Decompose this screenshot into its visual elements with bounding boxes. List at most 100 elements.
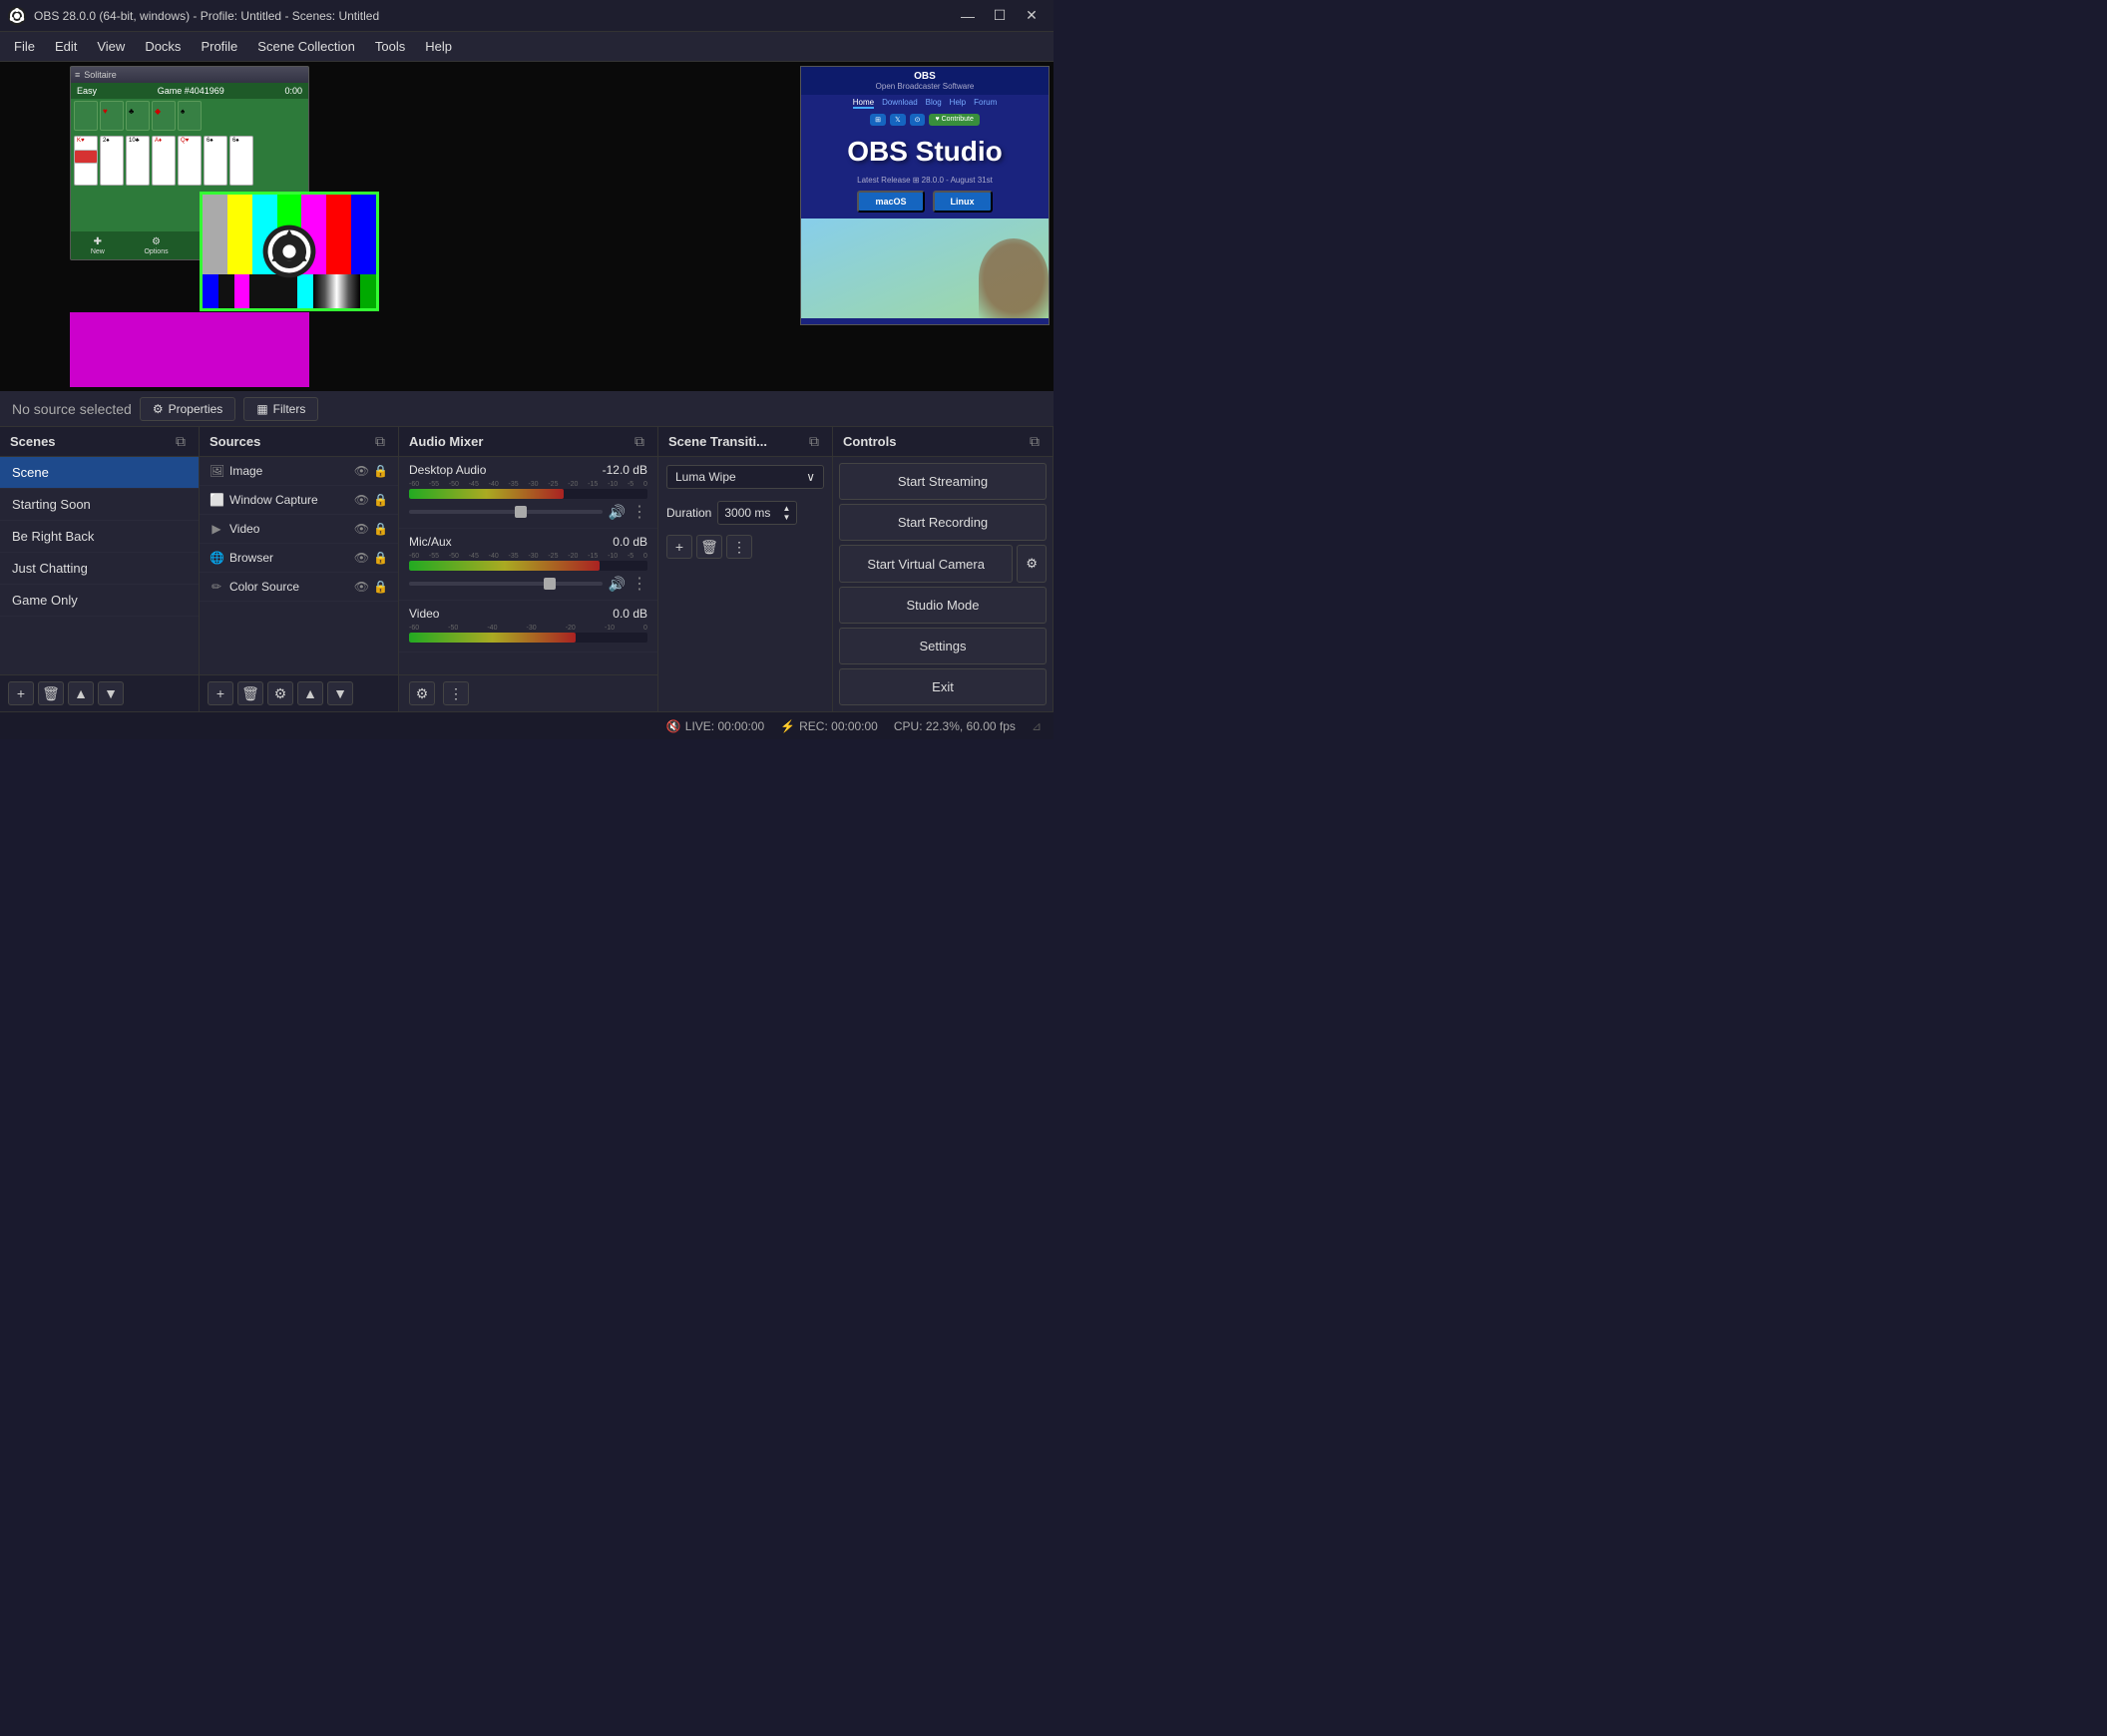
sol-btn-new[interactable]: ✚ New [91,236,105,255]
sources-add-button[interactable]: + [208,681,233,705]
menu-profile[interactable]: Profile [191,35,247,58]
solitaire-time: 0:00 [284,86,302,96]
download-linux-button[interactable]: Linux [933,191,993,213]
audio-mixer-expand-button[interactable]: ⧉ [632,433,647,450]
scenes-expand-button[interactable]: ⧉ [173,433,189,450]
solitaire-top-row: ♥ ♣ ◆ ♠ [71,99,308,134]
eye-icon-color[interactable]: 👁 [354,580,369,594]
social-windows-btn[interactable]: ⊞ [870,114,886,126]
close-button[interactable]: ✕ [1018,4,1046,28]
mic-aux-scale: -60-55-50-45-40-35-30-25-20-15-10-50 [409,553,647,560]
source-item-image[interactable]: 🖼 Image 👁 🔒 [200,457,398,486]
eye-icon-browser[interactable]: 👁 [354,551,369,565]
desktop-audio-mute-button[interactable]: 🔊 [609,504,626,521]
minimize-button[interactable]: — [954,4,982,28]
eye-icon-window[interactable]: 👁 [354,493,369,507]
mic-aux-fader-knob[interactable] [544,578,556,590]
scene-item-be-right-back[interactable]: Be Right Back [0,521,199,553]
video-audio-track: Video 0.0 dB -60-50-40-30-20-100 [399,601,657,652]
desktop-audio-scale: -60-55-50-45-40-35-30-25-20-15-10-50 [409,481,647,488]
menu-file[interactable]: File [4,35,45,58]
virtual-camera-settings-button[interactable]: ⚙ [1017,545,1047,583]
audio-settings-button[interactable]: ⚙ [409,681,435,705]
sources-expand-button[interactable]: ⧉ [372,433,388,450]
scenes-move-down-button[interactable]: ▼ [98,681,124,705]
no-source-label: No source selected [12,401,132,417]
social-twitter-btn[interactable]: 𝕏 [890,114,906,126]
download-mac-button[interactable]: macOS [857,191,924,213]
sol-btn-options[interactable]: ⚙ Options [144,236,168,255]
mic-aux-mute-button[interactable]: 🔊 [609,576,626,593]
transitions-remove-button[interactable]: 🗑 [696,535,722,559]
start-recording-button[interactable]: Start Recording [839,504,1047,541]
obs-web-link-home[interactable]: Home [853,98,874,109]
scene-item-scene[interactable]: Scene [0,457,199,489]
sources-settings-button[interactable]: ⚙ [267,681,293,705]
source-item-video[interactable]: ▶ Video 👁 🔒 [200,515,398,544]
menu-tools[interactable]: Tools [365,35,415,58]
duration-up-button[interactable]: ▲ [782,504,790,513]
scene-item-starting-soon[interactable]: Starting Soon [0,489,199,521]
audio-menu-button[interactable]: ⋮ [443,681,469,705]
source-item-color[interactable]: ✏ Color Source 👁 🔒 [200,573,398,602]
scenes-add-button[interactable]: + [8,681,34,705]
duration-down-button[interactable]: ▼ [782,513,790,522]
sources-move-up-button[interactable]: ▲ [297,681,323,705]
lock-icon-image[interactable]: 🔒 [373,464,388,478]
desktop-audio-menu-button[interactable]: ⋮ [632,502,647,522]
menu-view[interactable]: View [87,35,135,58]
obs-web-link-help[interactable]: Help [950,98,966,109]
filters-button[interactable]: ▦ Filters [243,397,318,421]
scene-item-game-only[interactable]: Game Only [0,585,199,617]
sources-remove-button[interactable]: 🗑 [237,681,263,705]
transitions-menu-button[interactable]: ⋮ [726,535,752,559]
source-item-browser[interactable]: 🌐 Browser 👁 🔒 [200,544,398,573]
colorbar-red [326,195,351,274]
obs-web-link-forum[interactable]: Forum [974,98,997,109]
scenes-remove-button[interactable]: 🗑 [38,681,64,705]
sources-move-down-button[interactable]: ▼ [327,681,353,705]
lock-icon-video[interactable]: 🔒 [373,522,388,536]
resize-handle[interactable]: ⊿ [1032,719,1042,733]
rec-label: REC: 00:00:00 [799,719,878,733]
source-item-image-left: 🖼 Image [210,464,262,478]
menu-help[interactable]: Help [415,35,462,58]
obs-web-link-blog[interactable]: Blog [926,98,942,109]
mic-aux-fader[interactable] [409,582,603,586]
exit-button[interactable]: Exit [839,668,1047,705]
scenes-move-up-button[interactable]: ▲ [68,681,94,705]
audio-tracks-container: Desktop Audio -12.0 dB -60-55-50-45-40-3… [399,457,657,674]
studio-mode-button[interactable]: Studio Mode [839,587,1047,624]
source-item-window-capture[interactable]: ⬜ Window Capture 👁 🔒 [200,486,398,515]
mic-aux-menu-button[interactable]: ⋮ [632,574,647,594]
properties-button[interactable]: ⚙ Properties [140,397,235,421]
duration-input[interactable]: 3000 ms ▲ ▼ [717,501,797,525]
solitaire-game-label: Game #4041969 [158,86,224,96]
desktop-audio-bar [409,489,564,499]
settings-button[interactable]: Settings [839,628,1047,664]
desktop-audio-fader[interactable] [409,510,603,514]
obs-web-subtitle: Open Broadcaster Software [809,82,1041,91]
obs-web-link-download[interactable]: Download [882,98,918,109]
lock-icon-window[interactable]: 🔒 [373,493,388,507]
menu-scene-collection[interactable]: Scene Collection [247,35,365,58]
desktop-audio-fader-knob[interactable] [515,506,527,518]
scene-item-just-chatting[interactable]: Just Chatting [0,553,199,585]
contribute-btn[interactable]: ♥ Contribute [929,114,979,126]
lock-icon-color[interactable]: 🔒 [373,580,388,594]
preview-area: ≡ Solitaire Easy Game #4041969 0:00 ♥ ♣ … [0,62,1054,391]
menu-docks[interactable]: Docks [135,35,191,58]
controls-expand-button[interactable]: ⧉ [1027,433,1043,450]
lock-icon-browser[interactable]: 🔒 [373,551,388,565]
transition-select[interactable]: Luma Wipe ∨ [666,465,824,489]
transitions-expand-button[interactable]: ⧉ [806,433,822,450]
start-streaming-button[interactable]: Start Streaming [839,463,1047,500]
transitions-add-button[interactable]: + [666,535,692,559]
maximize-button[interactable]: ☐ [986,4,1014,28]
eye-icon-image[interactable]: 👁 [354,464,369,478]
video-audio-label: Video [409,607,439,621]
eye-icon-video[interactable]: 👁 [354,522,369,536]
social-github-btn[interactable]: ⊙ [910,114,926,126]
menu-edit[interactable]: Edit [45,35,87,58]
start-virtual-camera-button[interactable]: Start Virtual Camera [839,545,1013,583]
